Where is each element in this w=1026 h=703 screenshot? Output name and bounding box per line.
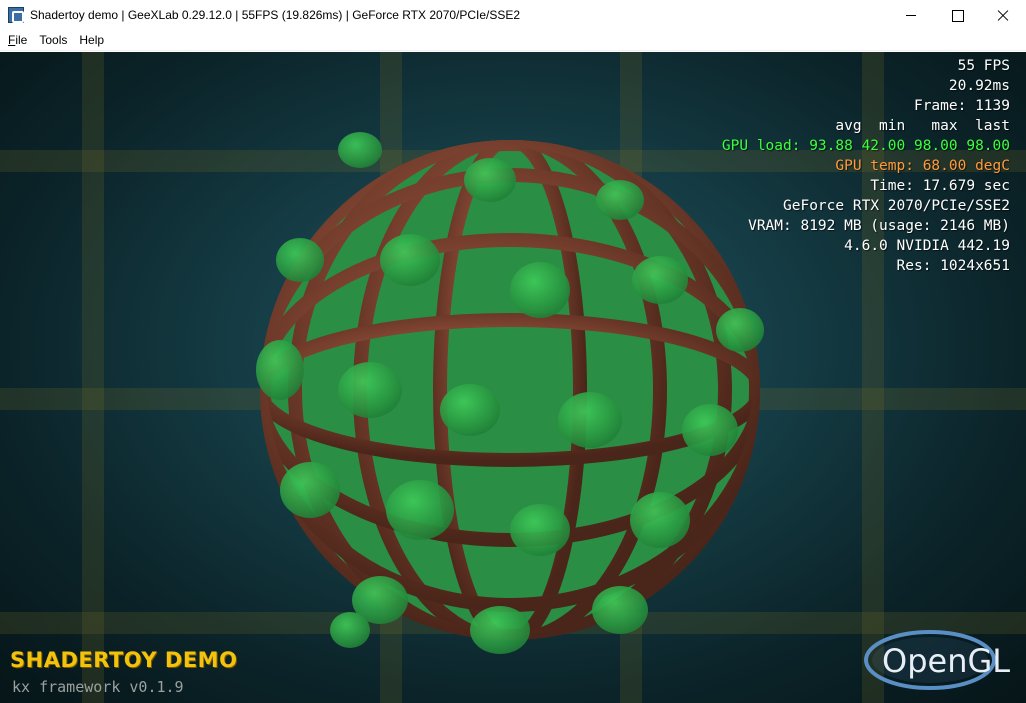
- cage-mesh: [260, 140, 760, 640]
- hud-vram: VRAM: 8192 MB (usage: 2146 MB): [748, 218, 1010, 234]
- framework-version: kx framework v0.1.9: [12, 678, 184, 696]
- menu-bar: File Tools Help: [0, 30, 1026, 51]
- menu-tools-label: Tools: [39, 33, 68, 47]
- menu-tools[interactable]: Tools: [33, 33, 73, 47]
- title-bar[interactable]: Shadertoy demo | GeeXLab 0.29.12.0 | 55F…: [0, 0, 1026, 30]
- hud-frame: Frame: 1139: [913, 98, 1010, 114]
- maximize-icon[interactable]: [934, 0, 980, 30]
- geexlab-icon: [8, 7, 24, 23]
- render-viewport[interactable]: 55 FPS 20.92ms Frame: 1139 avg min max l…: [0, 52, 1026, 703]
- hud-stats-header: avg min max last: [835, 118, 1010, 134]
- hud-gpu-load: GPU load: 93.88 42.00 98.00 98.00: [721, 138, 1010, 154]
- menu-help-label: Help: [79, 33, 105, 47]
- demo-title: SHADERTOY DEMO: [10, 648, 238, 672]
- hud-driver: 4.6.0 NVIDIA 442.19: [844, 238, 1010, 254]
- opengl-logo-text: OpenGL: [882, 642, 1010, 680]
- hud-time: Time: 17.679 sec: [870, 178, 1010, 194]
- hud-gpu-temp: GPU temp: 68.00 degC: [835, 158, 1010, 174]
- hud-frame-time: 20.92ms: [948, 78, 1010, 94]
- close-icon[interactable]: [980, 0, 1026, 30]
- window-title: Shadertoy demo | GeeXLab 0.29.12.0 | 55F…: [30, 8, 521, 22]
- opengl-logo-icon: OpenGL: [864, 630, 1010, 690]
- hud-fps: 55 FPS: [957, 58, 1010, 74]
- hud-gpu-name: GeForce RTX 2070/PCIe/SSE2: [783, 198, 1010, 214]
- stats-hud: 55 FPS 20.92ms Frame: 1139 avg min max l…: [722, 56, 1010, 276]
- window-controls: [888, 0, 1026, 30]
- hud-resolution: Res: 1024x651: [896, 258, 1011, 274]
- menu-help[interactable]: Help: [73, 33, 110, 47]
- minimize-icon[interactable]: [888, 0, 934, 30]
- shader-sphere: [256, 132, 764, 654]
- menu-file[interactable]: File: [2, 33, 33, 47]
- menu-file-label: ile: [15, 33, 28, 47]
